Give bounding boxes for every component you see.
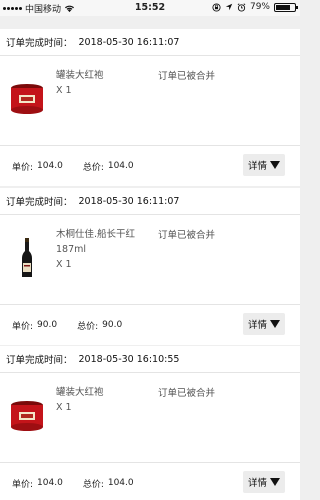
product-info: 木桐仕佳.船长干红 187ml X 1 [56,227,151,272]
lock-rotation-icon [212,2,221,12]
price-row: 单价: 104.0 总价: 104.0 详情 [0,146,300,186]
location-icon [225,3,233,11]
total-price-label: 总价: [82,479,104,490]
completion-label: 订单完成时间： [6,355,73,366]
product-row[interactable]: 木桐仕佳.船长干红 187ml X 1 订单已被合并 [0,215,300,305]
price-row: 单价: 104.0 总价: 104.0 详情 [0,463,300,500]
total-price-label: 总价: [82,162,104,173]
product-name: 木桐仕佳.船长干红 [56,229,136,240]
order-card: 订单完成时间： 2018-05-30 16:10:55 罐装大红袍 X 1 订单… [0,346,300,500]
status-bar: 中国移动 15:52 79% [0,0,300,16]
product-size: 187ml [56,244,87,255]
product-info: 罐装大红袍 X 1 [56,385,151,415]
wine-bottle-icon [8,235,46,281]
chevron-down-icon [270,478,280,486]
order-header: 订单完成时间： 2018-05-30 16:10:55 [0,346,300,373]
order-status: 订单已被合并 [158,230,216,241]
details-button[interactable]: 详情 [243,313,285,335]
total-price: 104.0 [107,478,134,488]
details-label: 详情 [247,478,267,489]
tea-can-icon [8,76,46,122]
completion-time: 2018-05-30 16:11:07 [78,36,180,48]
details-label: 详情 [247,320,267,331]
battery-icon [274,2,298,12]
battery-fill [276,4,291,10]
order-status: 订单已被合并 [158,388,216,399]
details-button[interactable]: 详情 [243,471,285,493]
chevron-down-icon [270,320,280,328]
price-row: 单价: 90.0 总价: 90.0 详情 [0,305,300,345]
details-button[interactable]: 详情 [243,154,285,176]
tea-can-icon [8,393,46,439]
unit-price-label: 单价: [12,321,34,332]
total-price: 104.0 [107,161,134,171]
completion-label: 订单完成时间： [6,197,73,208]
battery-percent: 79% [249,2,270,12]
product-name: 罐装大红袍 [56,70,104,81]
completion-time: 2018-05-30 16:10:55 [78,353,180,365]
unit-price: 90.0 [37,320,58,330]
product-info: 罐装大红袍 X 1 [56,68,151,98]
unit-price: 104.0 [37,478,63,488]
order-card: 订单完成时间： 2018-05-30 16:11:07 木桐仕佳.船长干红 18… [0,188,300,345]
status-right: 79% [212,2,298,12]
total-price: 90.0 [102,320,123,330]
total-price-label: 总价: [77,321,99,332]
unit-price: 104.0 [37,161,63,171]
product-quantity: X 1 [56,85,72,96]
product-row[interactable]: 罐装大红袍 X 1 订单已被合并 [0,373,300,463]
product-quantity: X 1 [56,402,72,413]
order-status: 订单已被合并 [158,71,216,82]
order-card: 订单完成时间： 2018-05-30 16:11:07 罐装大红袍 X 1 订单… [0,29,300,186]
product-quantity: X 1 [56,259,72,270]
product-name: 罐装大红袍 [56,387,104,398]
alarm-icon [237,2,246,12]
order-header: 订单完成时间： 2018-05-30 16:11:07 [0,188,300,215]
product-row[interactable]: 罐装大红袍 X 1 订单已被合并 [0,56,300,146]
chevron-down-icon [270,161,280,169]
order-header: 订单完成时间： 2018-05-30 16:11:07 [0,29,300,56]
details-label: 详情 [247,161,267,172]
completion-time: 2018-05-30 16:11:07 [78,195,180,207]
unit-price-label: 单价: [12,162,34,173]
completion-label: 订单完成时间： [6,38,73,49]
unit-price-label: 单价: [12,479,34,490]
